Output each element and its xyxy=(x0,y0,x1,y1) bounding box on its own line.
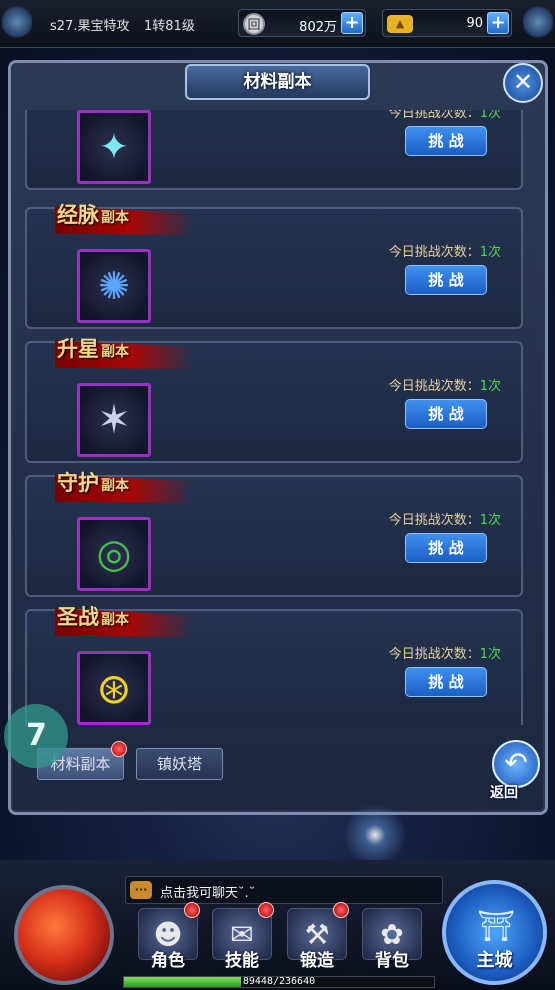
gold-amount: 90 xyxy=(466,16,483,31)
silver-amount: 802万 xyxy=(299,20,337,35)
dungeon-card: 圣战 副本 ⊛ 今日挑战次数：1次 挑 战 xyxy=(25,604,523,725)
alert-dot xyxy=(184,902,200,918)
dungeon-list[interactable]: ✦ 今日挑战次数：1次 挑 战 经脉 副本 ✺ 今日挑战次数：1次 挑 战 升星副… xyxy=(25,110,525,725)
dungeon-card: 守护 副本 ◎ 今日挑战次数：1次 挑 战 xyxy=(25,470,523,597)
challenge-count-label: 今日挑战次数：1次 xyxy=(388,513,501,528)
alert-dot xyxy=(111,741,127,757)
menu-forge-button[interactable]: ⚒ 锻造 xyxy=(285,902,349,972)
add-silver-button[interactable]: + xyxy=(341,12,363,34)
challenge-count: 1次 xyxy=(479,513,501,528)
gold-currency: ▲ 90 + xyxy=(382,9,512,37)
alert-dot xyxy=(258,902,274,918)
chat-bar[interactable]: ··· 点击我可聊天˘.˘ xyxy=(125,876,443,904)
crystal-icon[interactable]: ✦ xyxy=(77,110,151,184)
server-name: s27.果宝特攻 xyxy=(50,19,130,34)
challenge-button[interactable]: 挑 战 xyxy=(405,533,487,563)
close-button[interactable]: ✕ xyxy=(503,63,543,103)
challenge-count-label: 今日挑战次数：1次 xyxy=(388,647,501,662)
gold-ingot-icon: ▲ xyxy=(387,15,413,33)
corner-ornament-left xyxy=(2,4,32,40)
star-shuriken-icon[interactable]: ✶ xyxy=(77,383,151,457)
dungeon-title: 经脉 副本 xyxy=(57,202,129,227)
top-status-bar: s27.果宝特攻 1转81级 回 802万 + ▲ 90 + xyxy=(0,0,555,48)
corner-ornament-right xyxy=(523,4,553,40)
menu-label: 角色 xyxy=(151,951,185,971)
coin-icon: 回 xyxy=(243,13,265,35)
back-label: 返回 xyxy=(490,785,518,801)
challenge-count: 1次 xyxy=(479,647,501,662)
challenge-count: 1次 xyxy=(479,110,501,121)
tab-demon-tower[interactable]: 镇妖塔 xyxy=(136,748,223,780)
menu-label: 锻造 xyxy=(300,951,334,971)
menu-bag-button[interactable]: ✿ 背包 xyxy=(360,908,424,972)
dungeon-card: 升星 副本 ✶ 今日挑战次数：1次 挑 战 xyxy=(25,336,523,463)
main-city-label: 主城 xyxy=(476,950,513,971)
challenge-button[interactable]: 挑 战 xyxy=(405,399,487,429)
add-gold-button[interactable]: + xyxy=(487,12,509,34)
meridian-orb-icon[interactable]: ✺ xyxy=(77,249,151,323)
health-orb[interactable] xyxy=(14,885,114,985)
challenge-count: 1次 xyxy=(479,245,501,260)
dungeon-card: 经脉 副本 ✺ 今日挑战次数：1次 挑 战 xyxy=(25,202,523,329)
floating-assist-button[interactable]: 7 xyxy=(4,704,68,768)
challenge-count: 1次 xyxy=(479,379,501,394)
challenge-count-label: 今日挑战次数：1次 xyxy=(388,379,501,394)
dungeon-title: 圣战 副本 xyxy=(57,604,129,629)
silver-currency: 回 802万 + xyxy=(238,9,366,37)
menu-character-button[interactable]: ☻ 角色 xyxy=(136,902,200,972)
panel-title: 材料副本 xyxy=(185,64,370,100)
experience-text: 89448/236640 xyxy=(242,976,316,987)
experience-bar: 89448/236640 xyxy=(123,976,435,988)
main-city-button[interactable]: ⛩ 主城 xyxy=(442,880,547,985)
alert-dot xyxy=(333,902,349,918)
challenge-count-label: 今日挑战次数：1次 xyxy=(389,110,501,121)
challenge-button[interactable]: 挑 战 xyxy=(405,667,487,697)
dungeon-title: 升星 副本 xyxy=(57,336,129,361)
close-icon: ✕ xyxy=(512,68,534,96)
chat-bubble-icon: ··· xyxy=(130,881,152,899)
challenge-count-label: 今日挑战次数：1次 xyxy=(388,245,501,260)
player-level: 1转81级 xyxy=(144,19,195,34)
dungeon-title: 守护 副本 xyxy=(57,470,129,495)
palace-icon: ⛩ xyxy=(476,909,516,944)
dungeon-card: ✦ 今日挑战次数：1次 挑 战 xyxy=(25,110,523,190)
jade-ring-icon[interactable]: ◎ xyxy=(77,517,151,591)
menu-label: 技能 xyxy=(225,951,259,971)
chat-placeholder: 点击我可聊天˘.˘ xyxy=(160,886,256,901)
menu-label: 背包 xyxy=(375,951,409,971)
back-button[interactable]: ↶ 返回 xyxy=(488,740,544,802)
return-arrow-icon: ↶ xyxy=(492,740,540,788)
golden-emblem-icon[interactable]: ⊛ xyxy=(77,651,151,725)
menu-skill-button[interactable]: ✉ 技能 xyxy=(210,902,274,972)
challenge-button[interactable]: 挑 战 xyxy=(405,265,487,295)
challenge-button[interactable]: 挑 战 xyxy=(405,126,487,156)
